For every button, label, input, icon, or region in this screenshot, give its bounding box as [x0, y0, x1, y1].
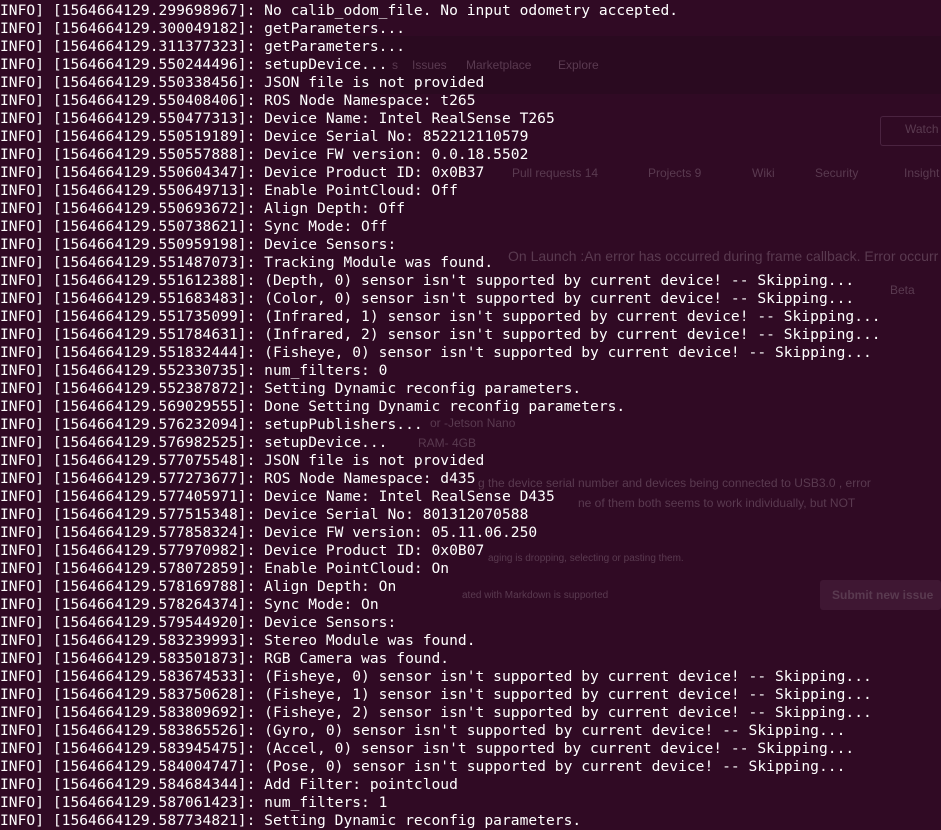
- log-line: INFO] [1564664129.587734821]: Setting Dy…: [0, 812, 582, 829]
- log-line: INFO] [1564664129.579544920]: Device Sen…: [0, 614, 397, 631]
- log-line: INFO] [1564664129.550244496]: setupDevic…: [0, 56, 388, 73]
- log-line: INFO] [1564664129.550649713]: Enable Poi…: [0, 182, 458, 199]
- log-line: INFO] [1564664129.552330735]: num_filter…: [0, 362, 388, 379]
- log-line: INFO] [1564664129.552387872]: Setting Dy…: [0, 380, 582, 397]
- log-line: INFO] [1564664129.583750628]: (Fisheye, …: [0, 686, 872, 703]
- log-line: INFO] [1564664129.587061423]: num_filter…: [0, 794, 388, 811]
- log-line: INFO] [1564664129.550738621]: Sync Mode:…: [0, 218, 388, 235]
- log-line: INFO] [1564664129.550519189]: Device Ser…: [0, 128, 529, 145]
- log-line: INFO] [1564664129.578072859]: Enable Poi…: [0, 560, 450, 577]
- log-line: INFO] [1564664129.551612388]: (Depth, 0)…: [0, 272, 855, 289]
- log-line: INFO] [1564664129.551735099]: (Infrared,…: [0, 308, 881, 325]
- log-line: INFO] [1564664129.577970982]: Device Pro…: [0, 542, 485, 559]
- log-line: INFO] [1564664129.551784631]: (Infrared,…: [0, 326, 881, 343]
- log-line: INFO] [1564664129.583239993]: Stereo Mod…: [0, 632, 476, 649]
- log-line: INFO] [1564664129.584004747]: (Pose, 0) …: [0, 758, 846, 775]
- log-line: INFO] [1564664129.578169788]: Align Dept…: [0, 578, 397, 595]
- log-line: INFO] [1564664129.578264374]: Sync Mode:…: [0, 596, 379, 613]
- log-line: INFO] [1564664129.583809692]: (Fisheye, …: [0, 704, 872, 721]
- log-line: INFO] [1564664129.299698967]: No calib_o…: [0, 2, 679, 19]
- log-line: INFO] [1564664129.551487073]: Tracking M…: [0, 254, 494, 271]
- log-line: INFO] [1564664129.577075548]: JSON file …: [0, 452, 485, 469]
- log-line: INFO] [1564664129.550338456]: JSON file …: [0, 74, 485, 91]
- log-line: INFO] [1564664129.584684344]: Add Filter…: [0, 776, 458, 793]
- log-line: INFO] [1564664129.311377323]: getParamet…: [0, 38, 406, 55]
- log-line: INFO] [1564664129.550477313]: Device Nam…: [0, 110, 555, 127]
- log-line: INFO] [1564664129.583945475]: (Accel, 0)…: [0, 740, 855, 757]
- log-line: INFO] [1564664129.577858324]: Device FW …: [0, 524, 538, 541]
- terminal-output[interactable]: INFO] [1564664129.299698967]: No calib_o…: [0, 0, 941, 830]
- log-line: INFO] [1564664129.300049182]: getParamet…: [0, 20, 406, 37]
- log-line: INFO] [1564664129.576982525]: setupDevic…: [0, 434, 388, 451]
- log-line: INFO] [1564664129.569029555]: Done Setti…: [0, 398, 626, 415]
- log-line: INFO] [1564664129.577515348]: Device Ser…: [0, 506, 529, 523]
- log-line: INFO] [1564664129.550557888]: Device FW …: [0, 146, 529, 163]
- log-line: INFO] [1564664129.551683483]: (Color, 0)…: [0, 290, 855, 307]
- log-line: INFO] [1564664129.583674533]: (Fisheye, …: [0, 668, 872, 685]
- log-line: INFO] [1564664129.550408406]: ROS Node N…: [0, 92, 476, 109]
- log-line: INFO] [1564664129.577273677]: ROS Node N…: [0, 470, 476, 487]
- log-line: INFO] [1564664129.550693672]: Align Dept…: [0, 200, 406, 217]
- log-line: INFO] [1564664129.576232094]: setupPubli…: [0, 416, 423, 433]
- log-line: INFO] [1564664129.550959198]: Device Sen…: [0, 236, 397, 253]
- log-line: INFO] [1564664129.583865526]: (Gyro, 0) …: [0, 722, 846, 739]
- log-line: INFO] [1564664129.550604347]: Device Pro…: [0, 164, 485, 181]
- log-line: INFO] [1564664129.577405971]: Device Nam…: [0, 488, 555, 505]
- log-line: INFO] [1564664129.583501873]: RGB Camera…: [0, 650, 450, 667]
- log-line: INFO] [1564664129.551832444]: (Fisheye, …: [0, 344, 872, 361]
